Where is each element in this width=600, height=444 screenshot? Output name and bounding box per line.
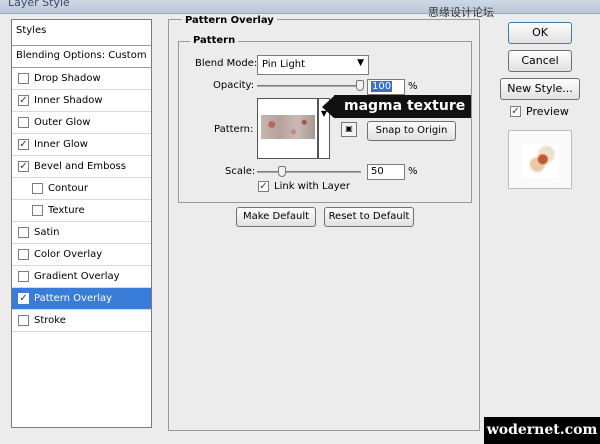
- styles-list: Styles Blending Options: Custom Drop Sha…: [11, 19, 152, 428]
- sidebar-item-stroke[interactable]: Stroke: [12, 310, 151, 332]
- pattern-label: Pattern:: [214, 124, 254, 135]
- preview-swatch: [523, 144, 559, 178]
- blend-mode-select[interactable]: Pin Light ▼: [257, 55, 369, 75]
- opacity-slider-knob[interactable]: [356, 80, 364, 91]
- sidebar-item-contour[interactable]: Contour: [12, 178, 151, 200]
- pattern-picker[interactable]: [257, 98, 318, 159]
- checkbox-icon[interactable]: [18, 271, 29, 282]
- chevron-down-icon: ▼: [357, 58, 364, 68]
- scale-label: Scale:: [225, 166, 256, 177]
- scale-input[interactable]: 50: [367, 164, 405, 180]
- sidebar-item-pattern-overlay[interactable]: ✓ Pattern Overlay: [12, 288, 151, 310]
- opacity-unit: %: [408, 81, 418, 92]
- preview-label: Preview: [526, 105, 569, 118]
- sidebar-item-label: Inner Shadow: [34, 95, 103, 106]
- preview-checkbox[interactable]: ✓ Preview: [510, 105, 569, 118]
- new-style-button[interactable]: New Style...: [500, 78, 580, 100]
- sidebar-item-label: Drop Shadow: [34, 73, 101, 84]
- sidebar-item-label: Color Overlay: [34, 249, 103, 260]
- magma-texture-callout: magma texture: [334, 95, 472, 118]
- sidebar-item-inner-shadow[interactable]: ✓ Inner Shadow: [12, 90, 151, 112]
- blending-options-item[interactable]: Blending Options: Custom: [12, 46, 151, 68]
- title-bar: Layer Style: [0, 0, 600, 14]
- checkbox-icon[interactable]: [18, 73, 29, 84]
- window-title: Layer Style: [8, 0, 70, 9]
- sidebar-item-label: Contour: [48, 183, 88, 194]
- sidebar-item-label: Gradient Overlay: [34, 271, 120, 282]
- sidebar-item-color-overlay[interactable]: Color Overlay: [12, 244, 151, 266]
- scale-slider-knob[interactable]: [278, 166, 287, 177]
- checkbox-icon[interactable]: ✓: [258, 181, 269, 192]
- group-title: Pattern: [190, 35, 239, 46]
- sidebar-item-drop-shadow[interactable]: Drop Shadow: [12, 68, 151, 90]
- style-preview: [508, 130, 572, 189]
- sidebar-item-label: Texture: [48, 205, 85, 216]
- link-with-layer-label: Link with Layer: [274, 181, 350, 192]
- snap-to-origin-button[interactable]: Snap to Origin: [367, 121, 456, 141]
- ok-button[interactable]: OK: [508, 22, 572, 44]
- sidebar-item-inner-glow[interactable]: ✓ Inner Glow: [12, 134, 151, 156]
- checkbox-icon[interactable]: ✓: [510, 106, 521, 117]
- styles-header[interactable]: Styles: [12, 20, 151, 46]
- opacity-slider[interactable]: [257, 85, 361, 87]
- sidebar-item-label: Bevel and Emboss: [34, 161, 126, 172]
- sidebar-item-label: Stroke: [34, 315, 66, 326]
- scale-unit: %: [408, 166, 418, 177]
- sidebar-item-label: Pattern Overlay: [34, 293, 113, 304]
- opacity-input[interactable]: 100: [367, 79, 405, 95]
- checkbox-icon[interactable]: ✓: [18, 95, 29, 106]
- checkbox-icon[interactable]: ✓: [18, 293, 29, 304]
- sidebar-item-label: Satin: [34, 227, 60, 238]
- watermark-top: 思缘设计论坛: [428, 6, 494, 19]
- callout-pointer: [322, 96, 334, 118]
- sidebar-item-satin[interactable]: Satin: [12, 222, 151, 244]
- opacity-value: 100: [371, 81, 393, 92]
- checkbox-icon[interactable]: [18, 249, 29, 260]
- checkbox-icon[interactable]: [18, 227, 29, 238]
- checkbox-icon[interactable]: ✓: [18, 139, 29, 150]
- panel-title: Pattern Overlay: [182, 15, 277, 26]
- sidebar-item-outer-glow[interactable]: Outer Glow: [12, 112, 151, 134]
- pattern-thumbnail: [261, 115, 315, 139]
- make-default-button[interactable]: Make Default: [236, 207, 316, 227]
- blend-mode-label: Blend Mode:: [195, 58, 258, 69]
- sidebar-item-bevel-and-emboss[interactable]: ✓ Bevel and Emboss: [12, 156, 151, 178]
- watermark-bottom: wodernet.com: [484, 417, 600, 444]
- sidebar-item-gradient-overlay[interactable]: Gradient Overlay: [12, 266, 151, 288]
- link-with-layer-checkbox[interactable]: ✓ Link with Layer: [258, 181, 350, 192]
- reset-to-default-button[interactable]: Reset to Default: [324, 207, 414, 227]
- checkbox-icon[interactable]: [18, 117, 29, 128]
- sidebar-item-label: Outer Glow: [34, 117, 91, 128]
- scale-slider[interactable]: [257, 171, 361, 173]
- sidebar-item-label: Inner Glow: [34, 139, 88, 150]
- checkbox-icon[interactable]: ✓: [18, 161, 29, 172]
- sidebar-item-texture[interactable]: Texture: [12, 200, 151, 222]
- checkbox-icon[interactable]: [32, 205, 43, 216]
- checkbox-icon[interactable]: [32, 183, 43, 194]
- new-preset-icon[interactable]: ▣: [341, 122, 357, 137]
- cancel-button[interactable]: Cancel: [508, 50, 572, 72]
- blend-mode-value: Pin Light: [262, 59, 306, 70]
- checkbox-icon[interactable]: [18, 315, 29, 326]
- opacity-label: Opacity:: [213, 80, 255, 91]
